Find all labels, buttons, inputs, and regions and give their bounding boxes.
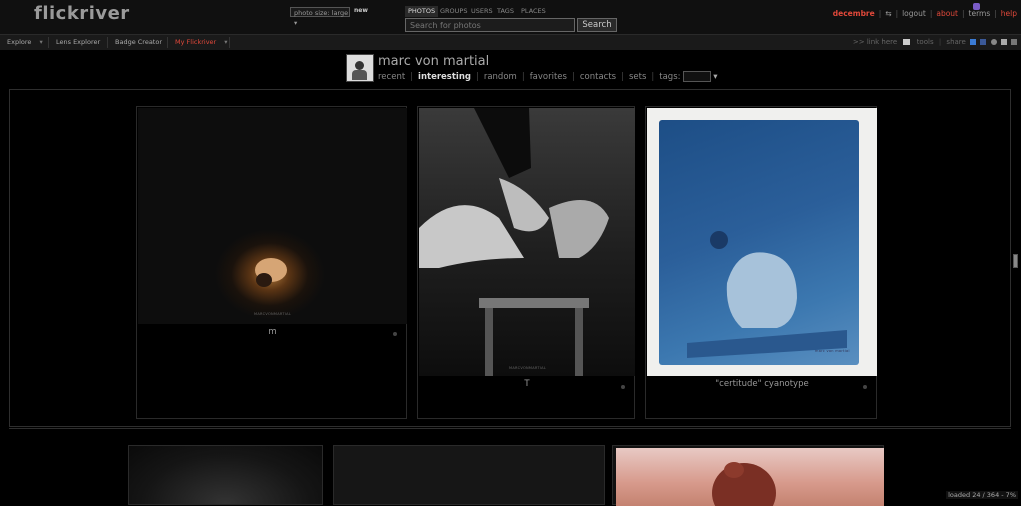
chevron-down-icon: ▾ [224, 38, 228, 46]
share-tools: >> link here tools | share [853, 35, 1017, 50]
tab-tags[interactable]: tags: [659, 72, 680, 82]
embed-icon[interactable] [903, 39, 911, 45]
divider [48, 37, 49, 48]
lens-explorer-link[interactable]: Lens Explorer [56, 35, 100, 50]
tab-random[interactable]: random [484, 72, 517, 82]
tools-link[interactable]: tools [917, 38, 934, 46]
tab-groups[interactable]: GROUPS [437, 6, 470, 17]
photo-info-icon[interactable] [621, 385, 625, 389]
secondary-nav: Explore ▾ Lens Explorer Badge Creator My… [0, 34, 1021, 50]
photo-image[interactable]: MARCVONMARTIAL [138, 108, 407, 324]
stumble-icon[interactable] [1000, 39, 1007, 45]
chevron-down-icon[interactable]: ▾ [713, 72, 717, 82]
tab-photos[interactable]: PHOTOS [405, 6, 439, 17]
switch-icon[interactable]: ⇆ [885, 9, 891, 18]
scroll-handle[interactable] [1013, 254, 1018, 268]
top-bar: flickriver photo size: large ▾ new PHOTO… [0, 0, 1021, 34]
logout-link[interactable]: logout [902, 9, 926, 18]
photo-info-icon[interactable] [393, 332, 397, 336]
link-here-link[interactable]: >> link here [853, 38, 897, 46]
photo-card: MARCVONMARTIAL m [136, 106, 407, 419]
photo-card-partial[interactable] [128, 445, 323, 505]
tab-interesting[interactable]: interesting [418, 72, 471, 82]
photo-image[interactable]: MARCVONMARTIAL [419, 108, 635, 376]
photo-card: marc von martial "certitude" cyanotype [645, 106, 877, 419]
new-badge: new [354, 7, 368, 14]
photo-watermark: marc von martial [815, 349, 850, 353]
my-flickriver-label: My Flickriver [175, 38, 217, 46]
photo-size-label: photo size: large [294, 9, 349, 17]
about-link[interactable]: about [936, 9, 958, 18]
tags-input[interactable] [682, 71, 711, 82]
profile-name[interactable]: marc von martial [378, 54, 489, 69]
my-flickriver-menu[interactable]: My Flickriver ▾ [175, 35, 228, 50]
figure-silhouette [419, 108, 609, 376]
photo-card-partial[interactable] [333, 445, 605, 505]
delicious-icon[interactable] [990, 39, 997, 45]
help-link[interactable]: help [1001, 9, 1017, 18]
tab-tags[interactable]: TAGS [494, 6, 517, 17]
tab-contacts[interactable]: contacts [580, 72, 616, 82]
avatar[interactable] [346, 54, 374, 82]
share-link[interactable]: share [946, 38, 965, 46]
twitter-icon[interactable] [970, 39, 977, 45]
figure-silhouette [687, 231, 847, 358]
photo-info-icon[interactable] [863, 385, 867, 389]
explore-label: Explore [7, 38, 32, 46]
profile-tabs: recent | interesting | random | favorites | cont… [378, 71, 718, 82]
search-input[interactable]: Search for photos [405, 18, 575, 32]
tab-recent[interactable]: recent [378, 72, 405, 82]
photo-caption[interactable]: m [137, 327, 408, 337]
photo-card: MARCVONMARTIAL T [417, 106, 635, 419]
tab-sets[interactable]: sets [629, 72, 646, 82]
photo-caption[interactable]: "certitude" cyanotype [646, 379, 878, 389]
divider [107, 37, 108, 48]
search-button[interactable]: Search [577, 18, 617, 32]
explore-menu[interactable]: Explore ▾ [7, 35, 43, 50]
loading-status: loaded 24 / 364 - 7% [946, 491, 1018, 499]
username-link[interactable]: decembre [833, 9, 875, 18]
divider [167, 37, 168, 48]
figure-silhouette [712, 462, 776, 506]
photo-image[interactable] [616, 448, 884, 506]
row-divider [9, 428, 1011, 429]
more-share-icon[interactable] [1011, 39, 1017, 45]
facebook-icon[interactable] [980, 39, 987, 45]
chevron-down-icon: ▾ [294, 19, 298, 27]
badge-creator-link[interactable]: Badge Creator [115, 35, 162, 50]
tab-favorites[interactable]: favorites [530, 72, 567, 82]
tab-places[interactable]: PLACES [518, 6, 549, 17]
flickriver-logo[interactable]: flickriver [34, 3, 130, 24]
chevron-down-icon: ▾ [39, 38, 43, 46]
user-nav: decembre | ⇆ | logout | about | terms | help [832, 9, 1017, 18]
figure-silhouette [255, 258, 287, 287]
photo-watermark: MARCVONMARTIAL [509, 366, 547, 370]
photo-caption[interactable]: T [418, 379, 636, 389]
photo-size-select[interactable]: photo size: large ▾ [290, 7, 350, 27]
photo-card-partial [612, 445, 884, 506]
photo-watermark: MARCVONMARTIAL [254, 312, 292, 316]
photo-image[interactable]: marc von martial [647, 108, 877, 376]
tab-users[interactable]: USERS [468, 6, 496, 17]
terms-link[interactable]: terms [969, 9, 991, 18]
divider [229, 37, 230, 48]
